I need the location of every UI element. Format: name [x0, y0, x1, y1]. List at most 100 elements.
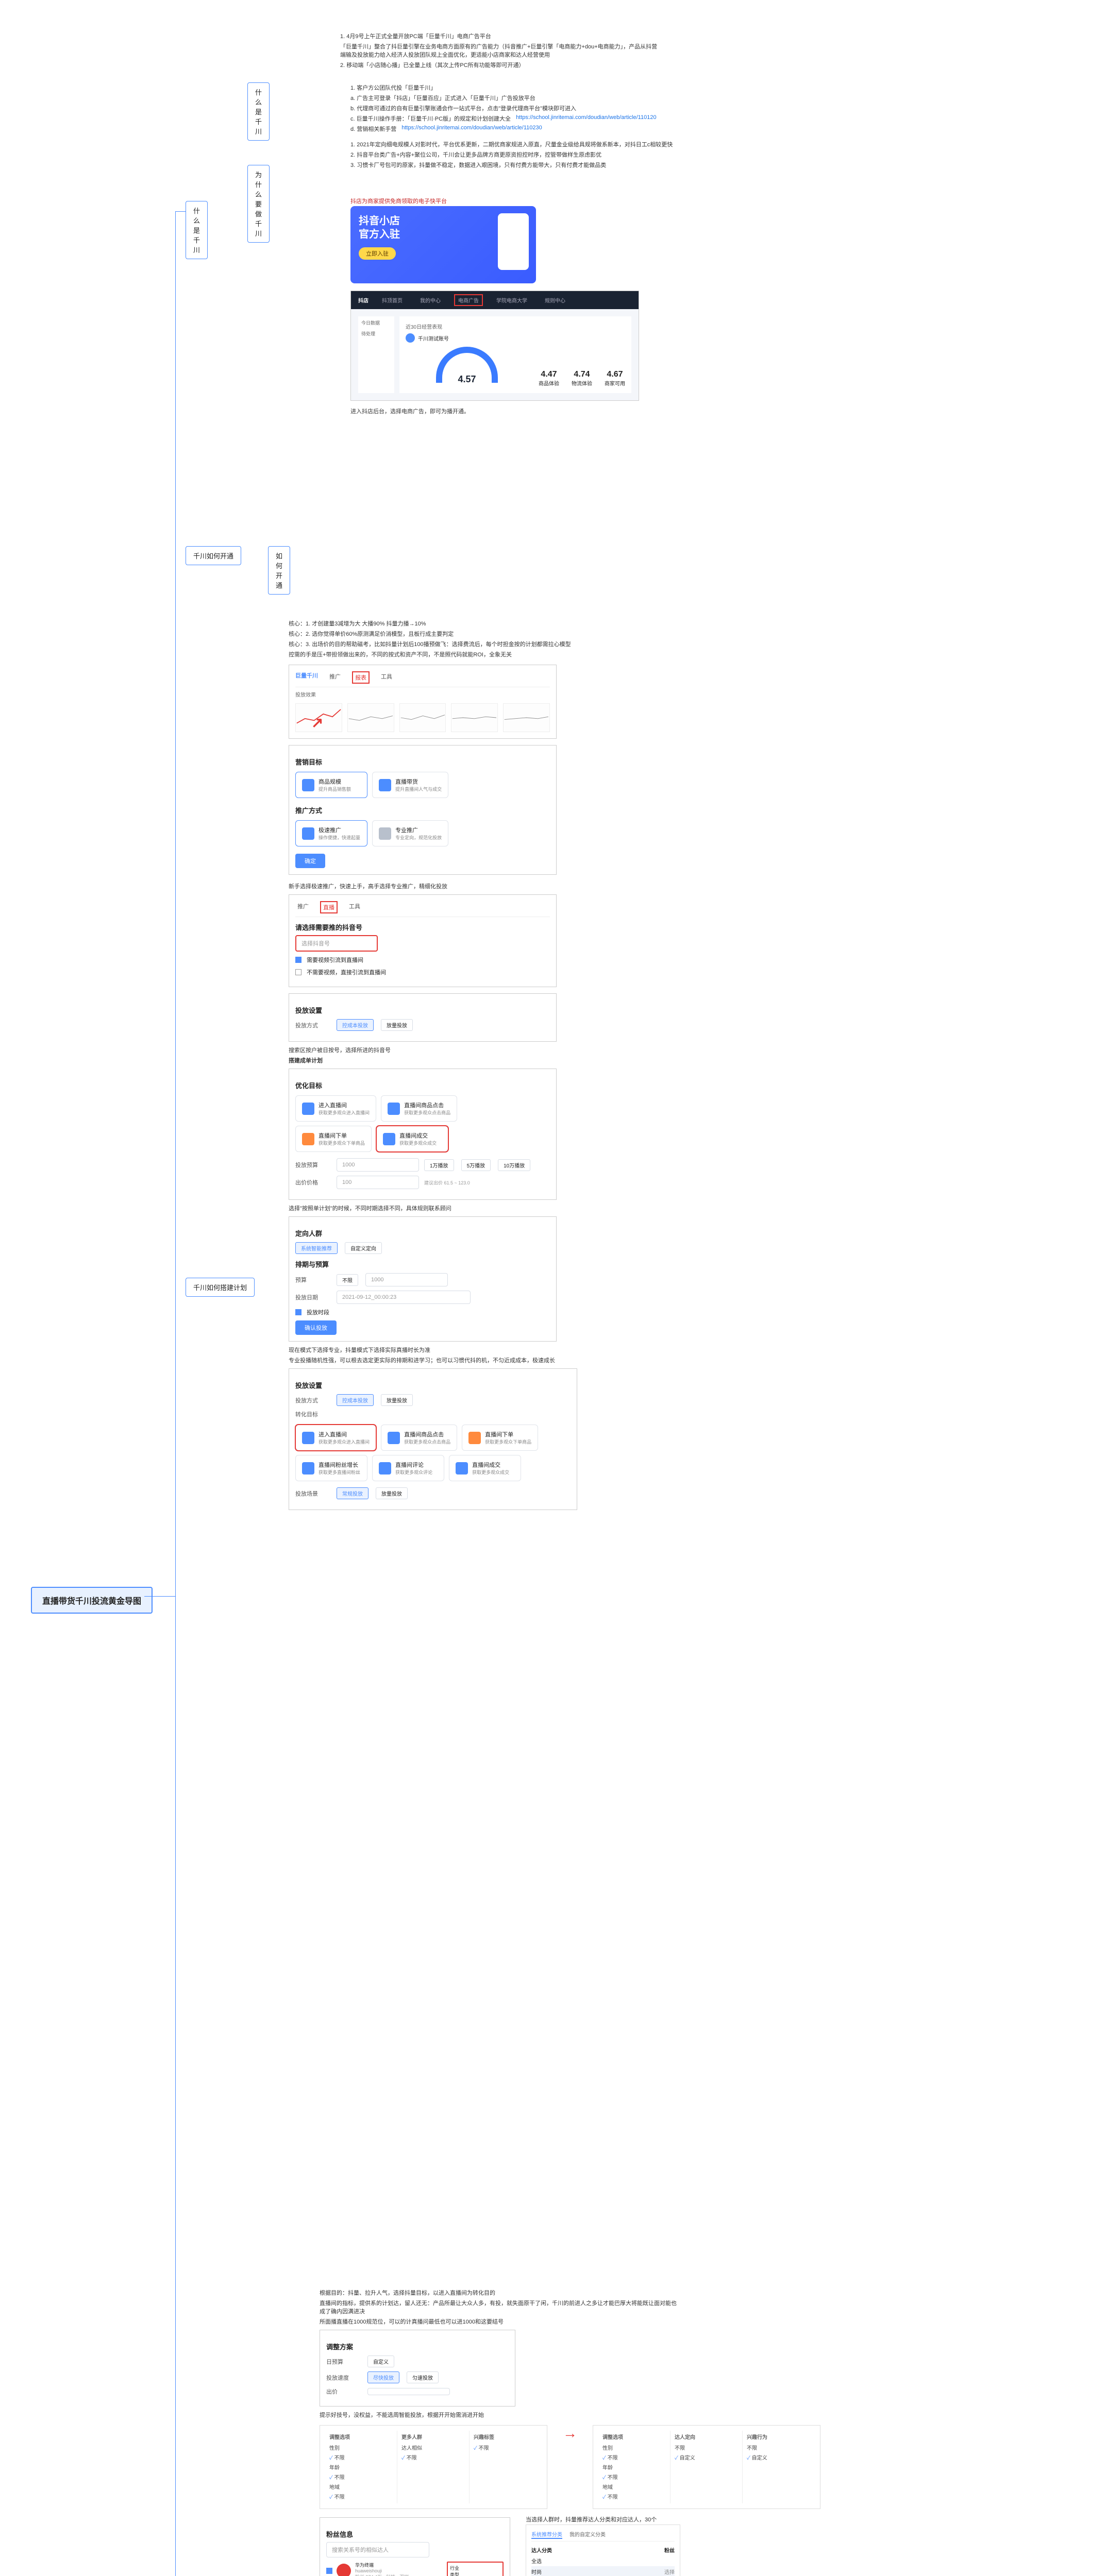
p2-i2[interactable]: 自定义 — [747, 2452, 811, 2462]
qc-t-boxed[interactable]: 报表 — [352, 671, 370, 684]
banner-btn[interactable]: 立即入驻 — [359, 247, 396, 260]
pkg-r0[interactable]: 全选 — [531, 2557, 542, 2565]
ds-opt2[interactable]: 放量投放 — [381, 1019, 413, 1031]
arrow-right-icon: → — [563, 2425, 577, 2442]
pro-note2: 专业投播随机性强，可以根去选定更实际的排期和进学习；也可以习惯代抖的机，不匀近成… — [289, 1355, 557, 1365]
nl[interactable]: 不限 — [337, 1274, 358, 1286]
p2-i1[interactable]: 不限 — [747, 2443, 811, 2452]
d2-p2[interactable]: 放量投放 — [376, 1487, 408, 1499]
click-icon — [388, 1103, 400, 1115]
period-in[interactable]: 1000 — [365, 1273, 448, 1286]
p2-gender[interactable]: 性别 — [602, 2443, 666, 2452]
pkg-r1[interactable]: 时尚 — [531, 2568, 542, 2575]
qc-t3[interactable]: 工具 — [379, 671, 394, 684]
p2-gv[interactable]: 不限 — [602, 2452, 666, 2462]
side-item-2[interactable]: 待处理 — [361, 330, 391, 337]
stat-3: 4.67商家可用 — [605, 370, 625, 387]
p1-age[interactable]: 年龄 — [329, 2462, 393, 2472]
nav-t1[interactable]: 抖顶首页 — [378, 294, 407, 306]
fbid-in[interactable] — [367, 2388, 450, 2395]
d2-a6[interactable]: 直播间成交获取更多观众成交 — [449, 1455, 521, 1481]
pkg-tab2[interactable]: 我的自定义分类 — [569, 2530, 606, 2539]
date-input[interactable]: 2021-09-12_00:00:23 — [337, 1291, 471, 1304]
fb-v[interactable]: 自定义 — [367, 2355, 394, 2367]
mini-chart-1: ↗ — [295, 703, 342, 732]
stat-2: 4.74物流体验 — [572, 370, 592, 387]
b-opt1[interactable]: 1万播放 — [424, 1159, 454, 1171]
chk-now[interactable] — [295, 1309, 301, 1315]
sched-confirm[interactable]: 确认投放 — [295, 1320, 337, 1335]
d2-s1[interactable]: 控成本投放 — [337, 1394, 374, 1406]
b1-pre2: 「巨量千川」整合了抖巨量引擎在业务电商方面原有的广告能力（抖音推广+巨量引擎「电… — [340, 41, 660, 60]
p1-age-v[interactable]: 不限 — [329, 2472, 393, 2482]
b1-c4-link[interactable]: https://school.jinritemai.com/doudian/we… — [516, 113, 657, 124]
speed-l: 投放方式 — [295, 1396, 331, 1404]
d2-a5[interactable]: 直播间评论获取更多观众评论 — [372, 1455, 444, 1481]
nav-t4[interactable]: 学院电商大学 — [492, 294, 531, 306]
optim-1[interactable]: 进入直播间获取更多观众进入直播间 — [295, 1095, 376, 1122]
opt-speed[interactable]: 极速推广操作便捷，快速起量 — [295, 820, 367, 846]
fs2[interactable]: 匀速投放 — [407, 2371, 439, 2383]
side-item-1[interactable]: 今日数据 — [361, 319, 391, 326]
fbid-l: 出价 — [326, 2387, 362, 2396]
banner-phone-icon — [498, 213, 529, 270]
account-input[interactable]: 选择抖音号 — [295, 935, 378, 952]
bid-input[interactable]: 100 — [337, 1176, 419, 1189]
budget-input[interactable]: 1000 — [337, 1158, 419, 1172]
p1-similar-v[interactable]: 不限 — [401, 2452, 465, 2462]
nav-t5[interactable]: 规则中心 — [541, 294, 569, 306]
p2-av[interactable]: 不限 — [602, 2472, 666, 2482]
optim-4[interactable]: 直播间成交获取更多观众成交 — [376, 1126, 448, 1152]
aud-custom[interactable]: 自定义定向 — [345, 1242, 382, 1254]
confirm-btn[interactable]: 确定 — [295, 854, 325, 868]
b-opt3[interactable]: 10万播放 — [498, 1159, 530, 1171]
banner-t1: 抖音小店 — [359, 215, 400, 227]
ds-opt1[interactable]: 控成本投放 — [337, 1019, 374, 1031]
aud-sys[interactable]: 系统智能推荐 — [295, 1242, 338, 1254]
p2-age[interactable]: 年龄 — [602, 2462, 666, 2472]
nav-t3-boxed[interactable]: 电商广告 — [454, 294, 483, 306]
d2-a1[interactable]: 进入直播间获取更多观众进入直播间 — [295, 1425, 376, 1451]
p1-region-v[interactable]: 不限 — [329, 2492, 393, 2501]
fb-l: 日预算 — [326, 2358, 362, 2366]
optim-3[interactable]: 直播间下单获取更多观众下单商品 — [295, 1126, 372, 1152]
opt-pro[interactable]: 专业推广专业定向，规范化投放 — [372, 820, 448, 846]
chk-video[interactable] — [295, 957, 301, 963]
fans-search[interactable]: 搜索关系号的相似达人 — [326, 2542, 429, 2557]
d2-a4[interactable]: 直播间粉丝增长获取更多直播间粉丝 — [295, 1455, 367, 1481]
mini-chart-4 — [451, 703, 498, 732]
p2-d2[interactable]: 自定义 — [675, 2452, 738, 2462]
opt-live[interactable]: 直播带货提升直播间人气与成交 — [372, 772, 448, 798]
d2-s2[interactable]: 放量投放 — [381, 1394, 413, 1406]
nav-t2[interactable]: 我的中心 — [416, 294, 445, 306]
p2-rv[interactable]: 不限 — [602, 2492, 666, 2501]
p2-region[interactable]: 地域 — [602, 2482, 666, 2492]
d2-a3[interactable]: 直播间下单获取更多观众下单商品 — [462, 1425, 538, 1451]
b1-pre1: 1. 4月9号上午正式全量开放PC端「巨量千川」电商广告平台 — [340, 31, 804, 41]
d2-a2[interactable]: 直播间商品点击获取更多观众点击商品 — [381, 1425, 457, 1451]
pkg-panel: 系统推荐分类 我的自定义分类 达人分类粉丝 全选 时尚选择 科技达人 1.9万数… — [526, 2524, 680, 2576]
qc-logo: 巨量千川 — [295, 671, 318, 684]
optim-2[interactable]: 直播间商品点击获取更多观众点击商品 — [381, 1095, 457, 1122]
fans-chk1[interactable] — [326, 2568, 332, 2574]
order-icon — [302, 1133, 314, 1145]
opt-product[interactable]: 商品规模提升商品销售额 — [295, 772, 367, 798]
b-opt2[interactable]: 5万播放 — [461, 1159, 491, 1171]
p1-region[interactable]: 地域 — [329, 2482, 393, 2492]
audience-schedule: 定向人群 系统智能推荐 自定义定向 排期与预算 预算不限1000 投放日期202… — [289, 1216, 557, 1342]
b1-c5-link[interactable]: https://school.jinritemai.com/doudian/we… — [401, 124, 542, 134]
p1-interest[interactable]: 不限 — [474, 2443, 538, 2452]
fans-panel: 粉丝信息 搜索关系号的相似达人 华为终端 huaweishouji 粉丝 974… — [320, 2517, 510, 2576]
qc-t1[interactable]: 推广 — [327, 671, 343, 684]
pkg-title: 当选择人群时，抖量推荐达人分类和对应达人，30个 — [526, 2514, 680, 2524]
p2-d1[interactable]: 不限 — [675, 2443, 738, 2452]
p1-gender-v[interactable]: 不限 — [329, 2452, 393, 2462]
fs1[interactable]: 尽快投放 — [367, 2371, 399, 2383]
pkg-tab1[interactable]: 系统推荐分类 — [531, 2530, 562, 2539]
p1-gender[interactable]: 性别 — [329, 2443, 393, 2452]
avatar-icon — [406, 333, 415, 343]
ds-label: 投放方式 — [295, 1021, 331, 1029]
p1-similar[interactable]: 达人相似 — [401, 2443, 465, 2452]
d2-p1[interactable]: 常规投放 — [337, 1487, 368, 1499]
chk-novideo[interactable] — [295, 969, 301, 975]
